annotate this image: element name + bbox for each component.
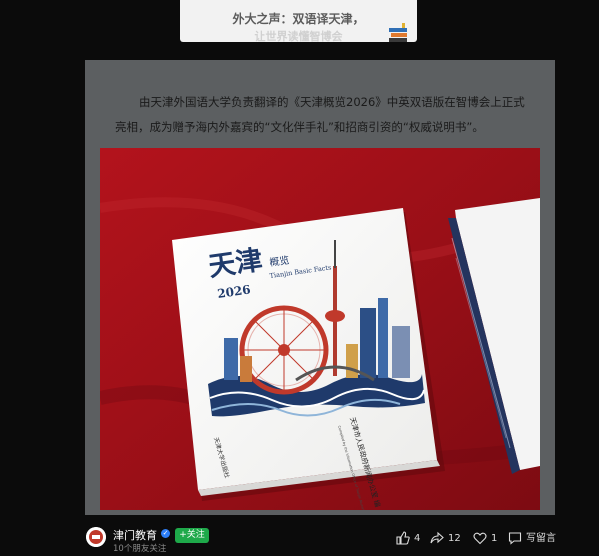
book-cover: 天津 概览 Tianjin Basic Facts 2026 天津市人民政府新闻… xyxy=(172,208,440,510)
article-card: 由天津外国语大学负责翻译的《天津概览2026》中英双语版在智博会上正式亮相，成为… xyxy=(85,60,555,515)
share-count: 12 xyxy=(448,533,461,544)
favorite-button[interactable]: 1 xyxy=(473,531,497,545)
thumbs-up-icon xyxy=(396,531,410,545)
like-button[interactable]: 4 xyxy=(396,531,420,545)
comment-button[interactable]: 写留言 xyxy=(508,531,556,545)
banner-subtitle: 让世界读懂智博会 xyxy=(254,30,343,43)
comment-label: 写留言 xyxy=(526,533,556,544)
followers-count: 10个朋友关注 xyxy=(113,544,167,554)
banner-title: 外大之声：双语译天津， xyxy=(232,12,365,26)
account-avatar[interactable] xyxy=(86,527,106,547)
account-name[interactable]: 津门教育 xyxy=(113,527,157,543)
logo-icon xyxy=(86,527,106,547)
share-button[interactable]: 12 xyxy=(430,531,461,545)
ferris-wheel-illustration xyxy=(239,305,329,395)
follow-button[interactable]: +关注 xyxy=(175,528,209,543)
like-count: 4 xyxy=(414,533,421,544)
top-banner: 外大之声：双语译天津， 让世界读懂智博会 xyxy=(180,0,417,43)
verified-icon: ✓ xyxy=(161,529,170,538)
favorite-count: 1 xyxy=(491,533,498,544)
heart-icon xyxy=(473,532,487,545)
books-icon xyxy=(389,23,407,42)
comment-icon xyxy=(508,532,522,545)
article-paragraph: 由天津外国语大学负责翻译的《天津概览2026》中英双语版在智博会上正式亮相，成为… xyxy=(115,95,525,134)
bottom-action-bar: 津门教育 ✓ +关注 10个朋友关注 4 12 1 写留言 xyxy=(0,522,599,556)
share-icon xyxy=(430,531,444,544)
book-photo: 天津 概览 Tianjin Basic Facts 2026 天津市人民政府新闻… xyxy=(100,148,540,510)
